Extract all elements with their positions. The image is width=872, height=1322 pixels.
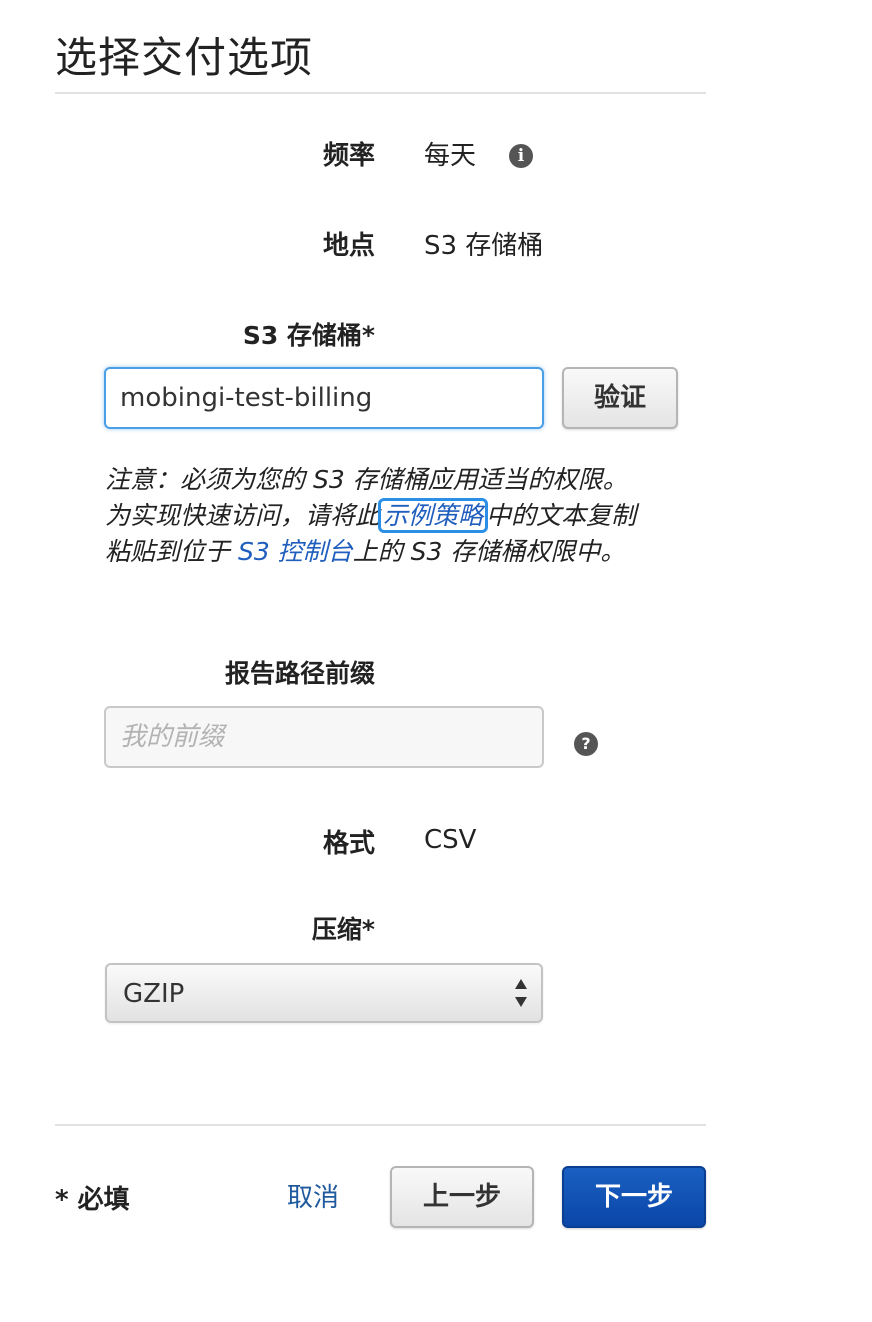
help-icon[interactable]: ? <box>574 732 598 756</box>
frequency-value: 每天 <box>424 141 477 171</box>
select-arrows-icon <box>515 979 529 1009</box>
compression-label: 压缩* <box>311 915 375 944</box>
footer-divider <box>55 1124 706 1126</box>
frequency-label: 频率 <box>322 141 375 171</box>
location-value: S3 存储桶 <box>424 231 544 261</box>
note-text-3: 上的 S3 存储桶权限中。 <box>352 537 626 566</box>
compression-selected-value: GZIP <box>123 979 185 1009</box>
previous-button[interactable]: 上一步 <box>390 1166 534 1228</box>
verify-button[interactable]: 验证 <box>562 367 678 429</box>
s3-console-link[interactable]: S3 控制台 <box>238 537 353 566</box>
format-value: CSV <box>424 825 477 855</box>
s3-bucket-input[interactable] <box>104 367 544 429</box>
header-divider <box>55 92 706 94</box>
info-icon[interactable]: i <box>509 144 533 168</box>
cancel-link[interactable]: 取消 <box>287 1180 339 1216</box>
report-prefix-label: 报告路径前缀 <box>224 659 375 688</box>
format-label: 格式 <box>322 829 375 859</box>
compression-select[interactable]: GZIP <box>105 963 543 1023</box>
page-title: 选择交付选项 <box>55 33 314 82</box>
next-button[interactable]: 下一步 <box>562 1166 706 1228</box>
location-label: 地点 <box>322 231 375 261</box>
permission-note: 注意：必须为您的 S3 存储桶应用适当的权限。为实现快速访问，请将此 示例策略 中的… <box>105 462 650 570</box>
s3-bucket-label: S3 存储桶* <box>242 321 375 350</box>
sample-policy-link[interactable]: 示例策略 <box>378 498 489 533</box>
required-note: * 必填 <box>55 1185 130 1215</box>
report-prefix-input[interactable] <box>104 706 544 768</box>
